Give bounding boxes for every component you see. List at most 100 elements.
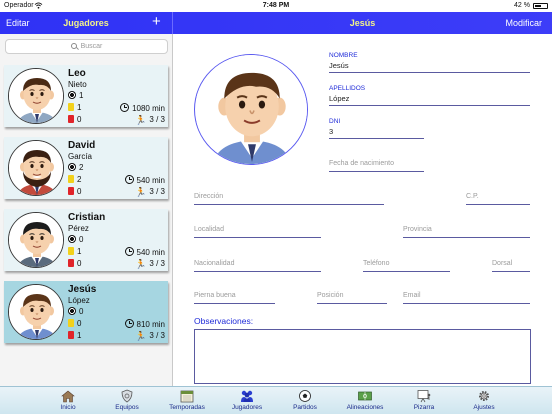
matches-stat: 🏃 3 / 3 (135, 115, 165, 125)
minutes-stat: 810 min (124, 319, 165, 330)
matches-stat: 🏃 3 / 3 (135, 187, 165, 197)
observaciones-textarea[interactable] (194, 329, 531, 384)
player-name: Cristian (68, 212, 106, 223)
add-player-button[interactable]: + (152, 12, 161, 34)
players-list-panel: Buscar Leo Nieto 1 1 0 1080 min 🏃 3 / 3 David Gar… (0, 34, 173, 386)
red-card-icon (68, 259, 74, 267)
tab-jugadores[interactable]: Jugadores (217, 387, 277, 414)
direccion-underline (194, 204, 384, 205)
running-icon: 🏃 (135, 259, 147, 269)
player-surname: López (68, 296, 90, 305)
dorsal-field[interactable]: Dorsal (492, 260, 512, 267)
pierna-buena-field[interactable]: Pierna buena (194, 292, 236, 299)
tab-label: Pizarra (413, 404, 435, 411)
field-icon (357, 389, 373, 403)
red-cards-stat-value: 0 (77, 115, 82, 124)
minutes-stat: 1080 min (120, 103, 165, 114)
goals-stat-value: 0 (79, 235, 84, 244)
dni-field[interactable]: 3 (329, 127, 333, 136)
player-avatar (8, 68, 64, 124)
tab-partidos[interactable]: Partidos (275, 387, 335, 414)
player-photo[interactable] (194, 54, 308, 165)
red-card-icon (68, 187, 74, 195)
modify-button[interactable]: Modificar (505, 12, 542, 34)
tab-label: Jugadores (231, 404, 263, 411)
players-title: Jugadores (63, 18, 109, 28)
home-icon (60, 389, 76, 403)
yellow-cards-stat: 0 (68, 319, 81, 329)
search-input[interactable]: Buscar (5, 39, 168, 54)
tab-bar: Inicio Equipos Temporadas Jugadores Partidos… (0, 386, 552, 414)
player-name: Leo (68, 68, 86, 79)
player-row[interactable]: Cristian Pérez 0 1 0 540 min 🏃 3 / 3 (4, 209, 168, 271)
players-icon (239, 389, 255, 403)
goals-stat: 0 (68, 307, 83, 317)
tab-pizarra[interactable]: Pizarra (394, 387, 454, 414)
clock-icon (124, 319, 134, 328)
player-row[interactable]: Jesús López 0 0 1 810 min 🏃 3 / 3 (4, 281, 168, 343)
matches-stat-value: 3 / 3 (149, 331, 165, 340)
tab-equipos[interactable]: Equipos (97, 387, 157, 414)
tab-temporadas[interactable]: Temporadas (157, 387, 217, 414)
cp-field[interactable]: C.P. (466, 193, 479, 200)
cp-underline (466, 204, 530, 205)
gear-icon (476, 389, 492, 403)
red-cards-stat: 0 (68, 187, 81, 197)
nombre-label: NOMBRE (329, 52, 358, 59)
goals-stat-value: 0 (79, 307, 84, 316)
direccion-field[interactable]: Dirección (194, 193, 223, 200)
nacionalidad-underline (194, 271, 321, 272)
matches-stat: 🏃 3 / 3 (135, 331, 165, 341)
nacionalidad-field[interactable]: Nacionalidad (194, 260, 234, 267)
posicion-field[interactable]: Posición (317, 292, 343, 299)
player-detail-panel: NOMBRE Jesús APELLIDOS López DNI 3 Fecha… (173, 34, 552, 386)
matches-stat-value: 3 / 3 (149, 187, 165, 196)
player-surname: Nieto (68, 80, 87, 89)
yellow-card-icon (68, 103, 74, 111)
minutes-stat-value: 810 min (136, 320, 165, 329)
matches-stat-value: 3 / 3 (149, 115, 165, 124)
status-bar: Operador 7:48 PM 42 % (0, 0, 552, 12)
player-row[interactable]: Leo Nieto 1 1 0 1080 min 🏃 3 / 3 (4, 65, 168, 127)
player-avatar (8, 284, 64, 340)
nombre-field[interactable]: Jesús (329, 61, 349, 70)
provincia-field[interactable]: Provincia (403, 226, 432, 233)
tab-label: Temporadas (169, 404, 205, 411)
apellidos-label: APELLIDOS (329, 85, 366, 92)
yellow-cards-stat-value: 1 (77, 103, 82, 112)
nombre-underline (329, 72, 530, 73)
tab-alineaciones[interactable]: Alineaciones (335, 387, 395, 414)
localidad-field[interactable]: Localidad (194, 226, 224, 233)
player-row[interactable]: David García 2 2 0 540 min 🏃 3 / 3 (4, 137, 168, 199)
red-cards-stat: 0 (68, 115, 81, 125)
player-name: David (68, 140, 96, 151)
ball-icon (68, 163, 76, 171)
email-field[interactable]: Email (403, 292, 421, 299)
red-cards-stat-value: 0 (77, 259, 82, 268)
fecha-nacimiento-field[interactable]: Fecha de nacimiento (329, 160, 394, 167)
red-card-icon (68, 331, 74, 339)
minutes-stat: 540 min (124, 175, 165, 186)
clock-icon (124, 175, 134, 184)
matches-stat-value: 3 / 3 (149, 259, 165, 268)
ball-icon (68, 235, 76, 243)
yellow-cards-stat-value: 1 (77, 247, 82, 256)
yellow-card-icon (68, 247, 74, 255)
yellow-cards-stat-value: 2 (77, 175, 82, 184)
apellidos-field[interactable]: López (329, 94, 349, 103)
tab-inicio[interactable]: Inicio (38, 387, 98, 414)
dni-underline (329, 138, 424, 139)
red-cards-stat-value: 1 (77, 331, 82, 340)
minutes-stat-value: 1080 min (132, 104, 165, 113)
tab-ajustes[interactable]: Ajustes (454, 387, 514, 414)
board-icon (416, 389, 432, 403)
shield-icon (119, 389, 135, 403)
player-avatar (8, 140, 64, 196)
provincia-underline (403, 237, 530, 238)
tab-label: Alineaciones (346, 404, 384, 411)
goals-stat: 2 (68, 163, 83, 173)
yellow-cards-stat: 1 (68, 247, 81, 257)
telefono-field[interactable]: Teléfono (363, 260, 389, 267)
fecha-underline (329, 171, 424, 172)
ball-icon (297, 389, 313, 403)
